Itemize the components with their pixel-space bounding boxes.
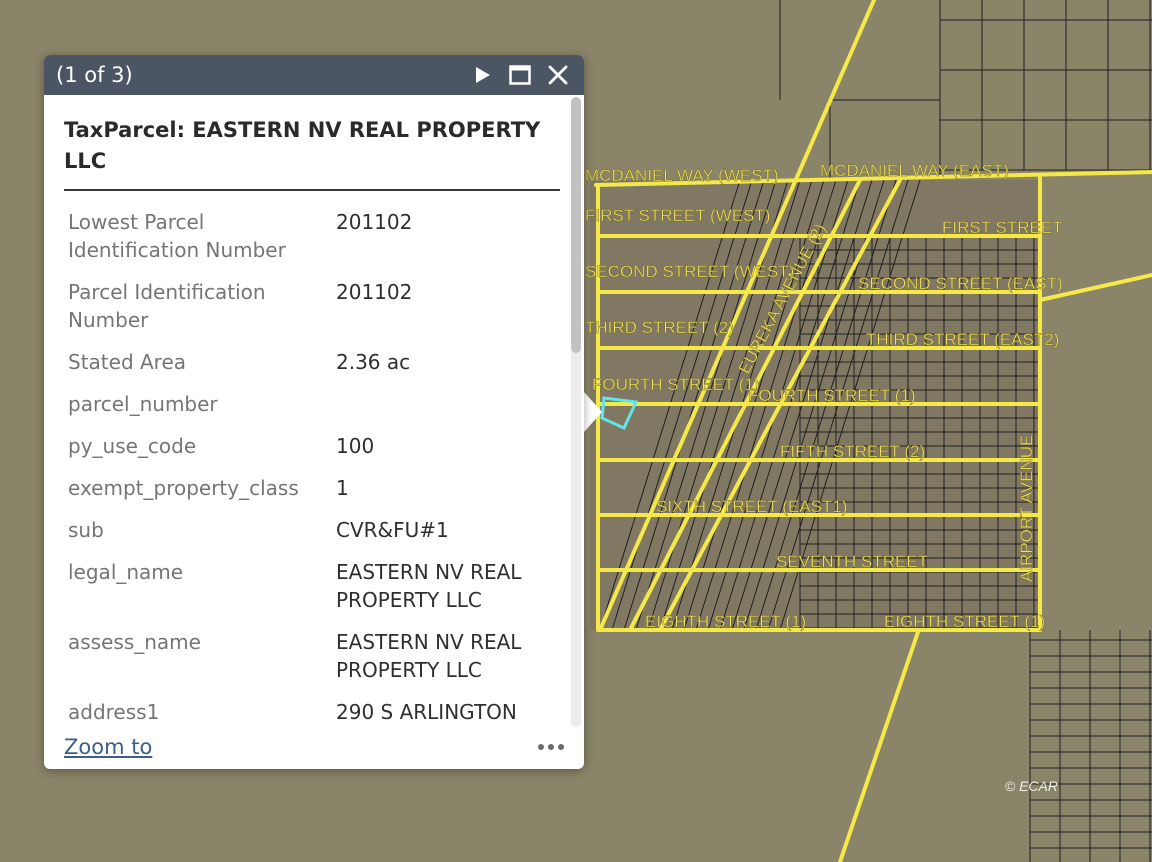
scrollbar-thumb[interactable] [571, 97, 581, 353]
attribute-value: 2.36 ac [336, 350, 411, 374]
maximize-icon [509, 65, 531, 85]
attribute-key: Parcel Identification Number [68, 280, 266, 332]
street-label: SECOND STREET (WEST) [585, 262, 794, 281]
attribute-row: assess_name EASTERN NV REAL PROPERTY LLC [64, 625, 560, 695]
street-label: MCDANIEL WAY (EAST) [820, 161, 1009, 180]
street-label: SECOND STREET (EAST) [858, 274, 1063, 293]
play-icon [476, 67, 490, 83]
attribute-row: Lowest Parcel Identification Number 20110… [64, 205, 560, 275]
attribute-key: Lowest Parcel Identification Number [68, 210, 286, 262]
attribute-row: sub CVR&FU#1 [64, 513, 560, 555]
attribute-row: Parcel Identification Number 201102 [64, 275, 560, 345]
popup-footer: Zoom to [44, 725, 584, 769]
feature-count: (1 of 3) [56, 63, 133, 87]
popup-title: TaxParcel: EASTERN NV REAL PROPERTY LLC [64, 115, 560, 191]
attribute-value: CVR&FU#1 [336, 518, 449, 542]
attribute-row: Stated Area 2.36 ac [64, 345, 560, 387]
attribute-row: exempt_property_class 1 [64, 471, 560, 513]
attribute-value: 201102 [336, 280, 413, 304]
attribute-value [332, 387, 560, 429]
maximize-button[interactable] [506, 61, 534, 89]
attribute-value: 290 S ARLINGTON [336, 700, 517, 724]
street-label: FIFTH STREET (2) [780, 442, 925, 461]
zoom-to-link[interactable]: Zoom to [64, 735, 538, 759]
street-label: SIXTH STREET (EAST1) [656, 497, 847, 516]
attribute-row: py_use_code 100 [64, 429, 560, 471]
map-copyright: © ECAR [1004, 778, 1058, 794]
attribute-key: parcel_number [68, 392, 218, 416]
popup-header: (1 of 3) [44, 55, 584, 95]
popup-pointer [584, 392, 602, 432]
attribute-value: 1 [336, 476, 349, 500]
close-icon [548, 65, 568, 85]
popup-scrollbar[interactable] [571, 97, 581, 727]
attribute-value: 100 [336, 434, 375, 458]
attribute-value: 201102 [336, 210, 413, 234]
next-feature-button[interactable] [468, 61, 496, 89]
attribute-key: sub [68, 518, 104, 542]
feature-popup: (1 of 3) TaxParcel: EASTERN NV REAL PROP… [44, 55, 584, 769]
street-label: THIRD STREET (EAST2) [866, 330, 1059, 349]
attribute-key: Stated Area [68, 350, 187, 374]
attribute-table: Lowest Parcel Identification Number 20110… [64, 205, 560, 725]
attribute-key: exempt_property_class [68, 476, 299, 500]
street-label: MCDANIEL WAY (WEST) [585, 166, 779, 185]
street-label: AIRPORT AVENUE [1017, 435, 1036, 582]
attribute-value: EASTERN NV REAL PROPERTY LLC [336, 560, 522, 612]
street-label: FIRST STREET [942, 218, 1063, 237]
street-label: FIRST STREET (WEST) [585, 206, 770, 225]
attribute-key: address1 [68, 700, 160, 724]
street-label: THIRD STREET (2) [585, 318, 734, 337]
more-icon [538, 744, 544, 750]
street-label: SEVENTH STREET [776, 552, 928, 571]
attribute-value: EASTERN NV REAL PROPERTY LLC [336, 630, 522, 682]
attribute-key: py_use_code [68, 434, 197, 458]
attribute-row: address1 290 S ARLINGTON [64, 695, 560, 725]
more-actions-button[interactable] [538, 744, 564, 750]
street-label: FOURTH STREET (1) [748, 386, 916, 405]
attribute-row: legal_name EASTERN NV REAL PROPERTY LLC [64, 555, 560, 625]
street-label: EIGHTH STREET (1) [645, 612, 806, 631]
close-button[interactable] [544, 61, 572, 89]
street-label: FOURTH STREET (1) [592, 375, 760, 394]
attribute-key: legal_name [68, 560, 184, 584]
popup-content[interactable]: TaxParcel: EASTERN NV REAL PROPERTY LLC … [44, 95, 584, 725]
attribute-row: parcel_number [64, 387, 560, 429]
street-label: EIGHTH STREET (1) [884, 612, 1045, 631]
attribute-key: assess_name [68, 630, 201, 654]
